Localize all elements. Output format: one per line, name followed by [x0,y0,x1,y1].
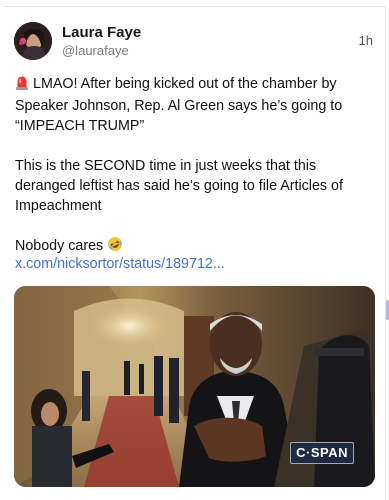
post-paragraph-1: LMAO! After being kicked out of the cham… [15,74,371,136]
author-name[interactable]: Laura Faye [62,24,141,42]
siren-icon [15,75,29,96]
post-body: LMAO! After being kicked out of the cham… [15,74,371,258]
post-link[interactable]: x.com/nicksortor/status/189712... [15,254,225,274]
social-post: Laura Faye @laurafaye 1h LMAO! After bei… [0,0,389,500]
post-timestamp[interactable]: 1h [359,33,373,49]
post-paragraph-3-text: Nobody cares [15,238,104,254]
post-paragraph-1-text: LMAO! After being kicked out of the cham… [15,76,343,134]
cspan-watermark: C·SPAN [290,442,354,464]
post-paragraph-2: This is the SECOND time in just weeks th… [15,158,343,214]
post-top-border [3,6,386,7]
post-video-thumbnail[interactable]: C·SPAN [14,286,375,487]
author-handle[interactable]: @laurafaye [62,43,129,59]
avatar-image [14,22,52,60]
avatar[interactable] [14,22,52,60]
post-right-border [385,6,386,500]
